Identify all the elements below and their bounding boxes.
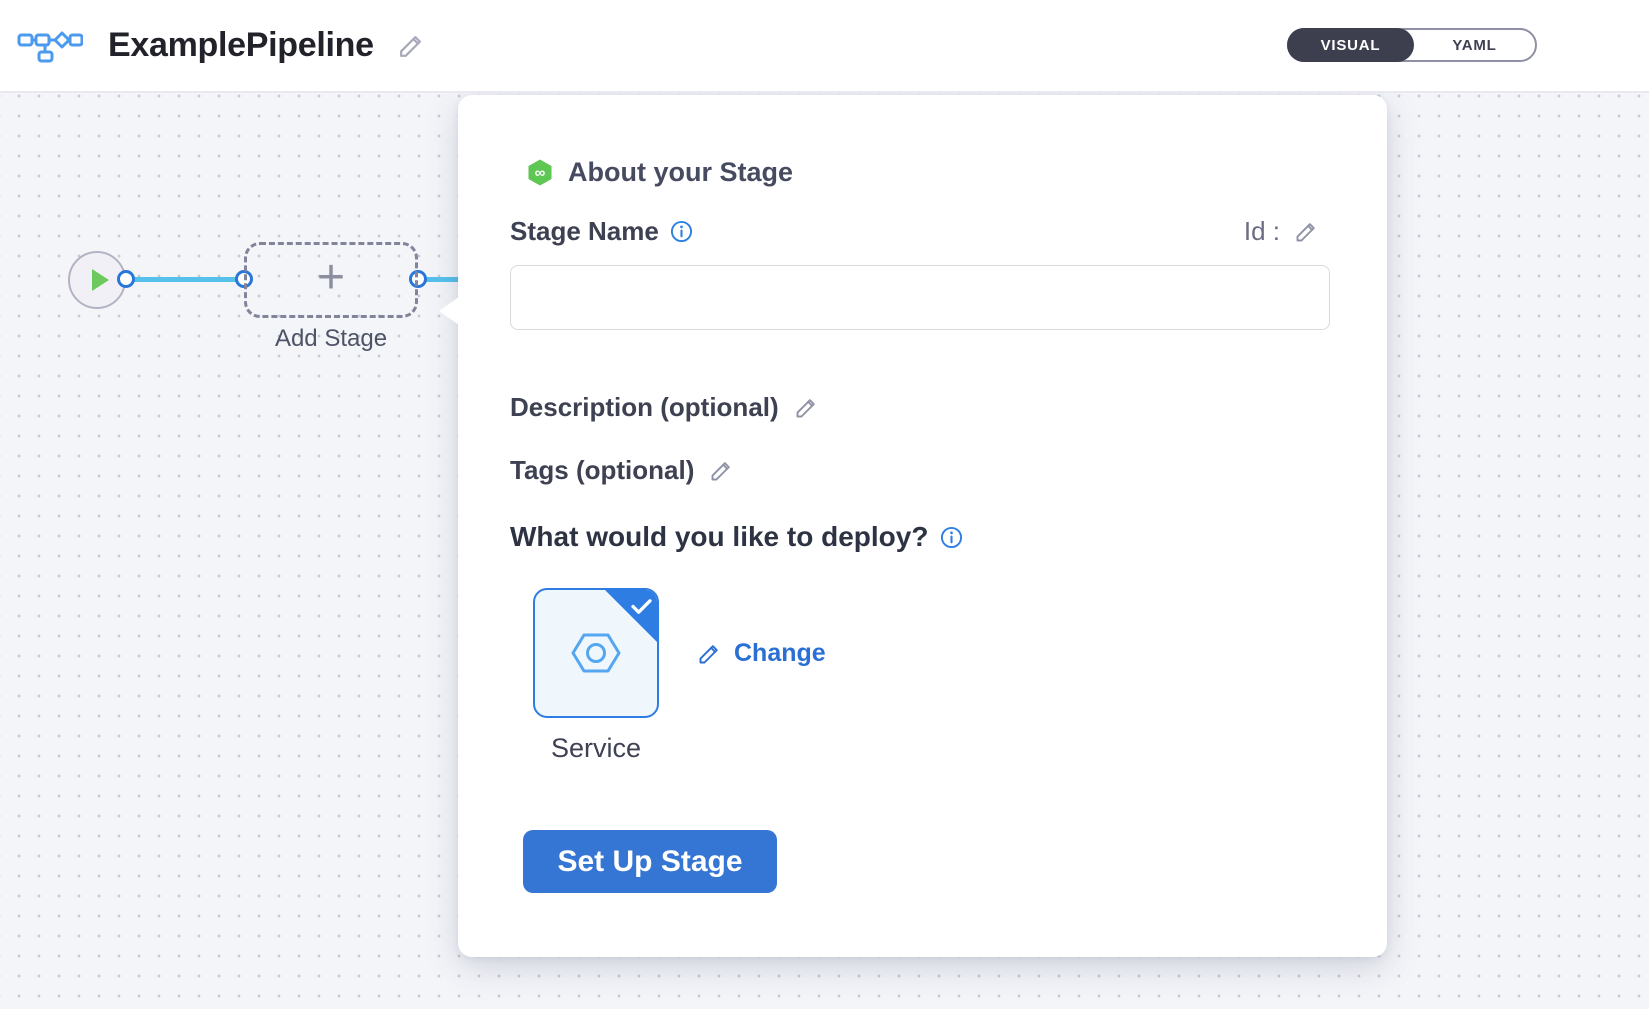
tags-row: Tags (optional) <box>510 455 735 486</box>
stage-name-input[interactable] <box>510 265 1330 330</box>
deploy-question: What would you like to deploy? <box>510 521 928 553</box>
pipeline-icon <box>17 29 83 63</box>
panel-callout-arrow <box>439 297 459 325</box>
set-up-stage-button[interactable]: Set Up Stage <box>523 830 777 893</box>
stage-id-row: Id : <box>1244 216 1320 247</box>
stage-name-label: Stage Name <box>510 216 659 247</box>
description-label: Description (optional) <box>510 392 779 423</box>
info-icon[interactable] <box>940 526 963 549</box>
view-mode-toggle: VISUAL YAML <box>1287 28 1537 62</box>
panel-heading-row: ∞ About your Stage <box>527 157 793 188</box>
stage-id-label: Id : <box>1244 216 1280 247</box>
edit-id-button[interactable] <box>1293 218 1320 245</box>
panel-heading: About your Stage <box>568 157 793 188</box>
pencil-icon <box>396 30 427 61</box>
play-icon <box>92 269 109 291</box>
edit-tags-button[interactable] <box>708 457 735 484</box>
info-icon[interactable] <box>670 220 693 243</box>
stage-name-label-row: Stage Name <box>510 216 693 247</box>
tab-visual[interactable]: VISUAL <box>1287 28 1414 62</box>
tab-yaml[interactable]: YAML <box>1414 30 1535 60</box>
connector-port[interactable] <box>117 270 135 288</box>
deploy-stage-icon: ∞ <box>527 158 553 187</box>
pencil-icon <box>1293 218 1320 245</box>
check-icon <box>631 598 652 615</box>
pencil-icon <box>793 394 820 421</box>
service-card-label: Service <box>521 733 671 764</box>
change-deploy-type-button[interactable]: Change <box>696 639 826 668</box>
add-stage-label: Add Stage <box>244 325 418 353</box>
add-stage-node[interactable]: + <box>244 242 418 318</box>
description-row: Description (optional) <box>510 392 820 423</box>
app-header: ExamplePipeline VISUAL YAML <box>0 0 1649 93</box>
plus-icon: + <box>317 254 345 302</box>
edit-pipeline-name-button[interactable] <box>396 30 427 61</box>
connector-edge <box>132 277 240 282</box>
change-label: Change <box>734 639 826 668</box>
pencil-icon <box>696 640 723 667</box>
tags-label: Tags (optional) <box>510 455 694 486</box>
edit-description-button[interactable] <box>793 394 820 421</box>
svg-text:∞: ∞ <box>535 165 546 182</box>
page-title: ExamplePipeline <box>108 26 374 65</box>
about-stage-panel: ∞ About your Stage Stage Name Id : <box>458 95 1387 957</box>
pencil-icon <box>708 457 735 484</box>
deploy-type-card-service[interactable] <box>533 588 659 718</box>
deploy-question-row: What would you like to deploy? <box>510 521 963 553</box>
pipeline-canvas[interactable]: + Add Stage ∞ About your Stage Stage Nam… <box>0 93 1649 1009</box>
